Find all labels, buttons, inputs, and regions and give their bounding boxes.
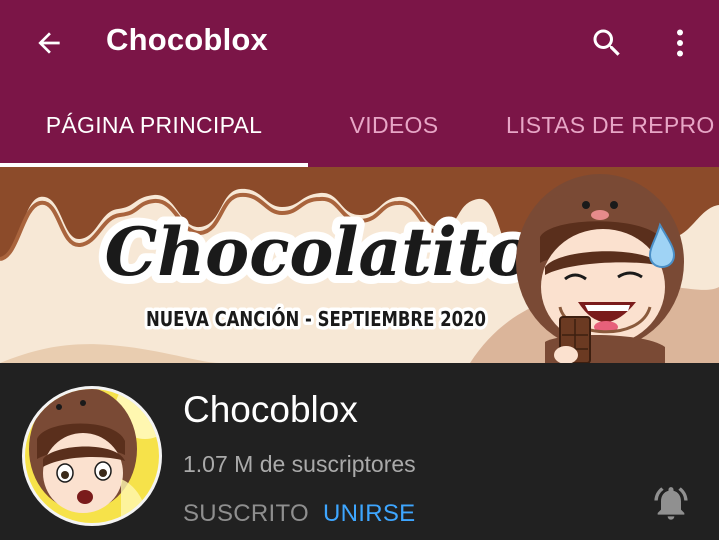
channel-tabs: PÁGINA PRINCIPAL VIDEOS LISTAS DE REPRO bbox=[0, 84, 719, 167]
tab-playlists[interactable]: LISTAS DE REPRO bbox=[480, 84, 719, 167]
toolbar: Chocoblox bbox=[0, 0, 719, 84]
join-button[interactable]: UNIRSE bbox=[323, 500, 415, 528]
subscribed-button[interactable]: SUSCRITO bbox=[183, 500, 309, 528]
notification-bell-ringing-icon bbox=[654, 487, 688, 520]
search-icon bbox=[593, 29, 620, 56]
banner-title: Chocolatito bbox=[105, 213, 532, 291]
channel-banner: Chocolatito Chocolatito NUEVA CANCIÓN - … bbox=[0, 167, 719, 363]
avatar-image bbox=[25, 389, 159, 523]
more-options-button[interactable] bbox=[660, 20, 700, 66]
avatar[interactable] bbox=[22, 386, 162, 526]
page-title: Chocoblox bbox=[106, 22, 268, 57]
back-button[interactable] bbox=[26, 20, 72, 66]
banner-subtitle: NUEVA CANCIÓN - SEPTIEMBRE 2020 bbox=[146, 307, 486, 331]
more-vertical-icon bbox=[677, 29, 683, 57]
arrow-left-icon bbox=[38, 32, 60, 54]
tab-videos[interactable]: VIDEOS bbox=[308, 84, 480, 167]
banner-art: Chocolatito Chocolatito NUEVA CANCIÓN - … bbox=[0, 167, 719, 363]
notification-bell-button[interactable] bbox=[646, 479, 696, 527]
search-button[interactable] bbox=[584, 20, 630, 66]
tab-home[interactable]: PÁGINA PRINCIPAL bbox=[0, 84, 308, 167]
subscriber-count: 1.07 M de suscriptores bbox=[183, 451, 416, 477]
channel-name: Chocoblox bbox=[183, 389, 358, 430]
channel-info: Chocoblox 1.07 M de suscriptores SUSCRIT… bbox=[0, 363, 719, 540]
app-bar: Chocoblox PÁGINA PRINCIPAL VIDEOS LISTAS… bbox=[0, 0, 719, 167]
